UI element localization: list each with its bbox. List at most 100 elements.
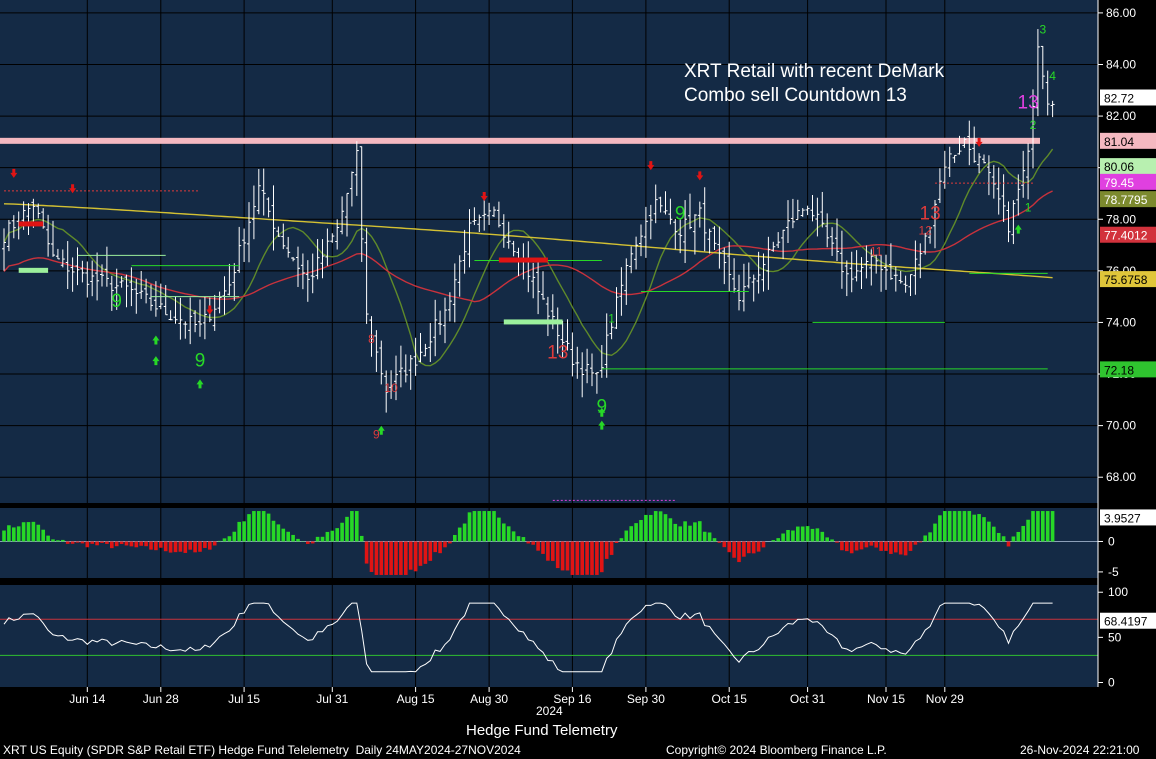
histogram-bar [443, 541, 447, 548]
resistance-line [0, 137, 1040, 144]
demark-count-label: 4 [1049, 69, 1056, 83]
histogram-bar [747, 541, 751, 554]
demark-count-label: 3 [1039, 23, 1046, 37]
histogram-bar [1006, 541, 1011, 547]
histogram-bar [575, 541, 580, 575]
chart-canvas: Jun 14 Jun 28 Jul 15 Jul 31 Aug 15 Aug 30 Sep … [0, 0, 1156, 706]
histogram-bar [242, 521, 246, 542]
histogram-bar [1036, 511, 1040, 542]
x-tick-label: Jun 28 [143, 692, 179, 706]
histogram-bar [139, 541, 143, 546]
histogram-bar [889, 541, 893, 554]
histogram-bar [869, 541, 874, 546]
histogram-bar [1001, 536, 1006, 542]
y-tick-label: 74.00 [1106, 315, 1136, 329]
histogram-bar [389, 541, 393, 575]
histogram-bar [7, 525, 11, 542]
y-tick-label: 84.00 [1106, 57, 1136, 71]
histogram-bar [46, 535, 50, 542]
histogram-bar [350, 511, 354, 542]
histogram-bar [291, 534, 295, 542]
histogram-bar [820, 531, 825, 542]
histogram-bar [585, 541, 589, 575]
histogram-bar [957, 511, 962, 542]
histogram-bar [845, 541, 849, 552]
price-label-text: 81.04 [1104, 135, 1134, 149]
y-tick-label: 82.00 [1106, 109, 1136, 123]
histogram-bar [786, 529, 790, 542]
histogram-bar [511, 531, 516, 542]
histogram-bar [908, 541, 913, 551]
histogram-bar [281, 528, 286, 542]
demark-count-label: 11 [870, 244, 883, 258]
demark-count-label: 13 [920, 203, 941, 224]
histogram-bar [698, 521, 702, 542]
histogram-bar [982, 517, 986, 542]
histogram-bar [717, 541, 722, 543]
y-tick-label: -5 [1108, 565, 1119, 579]
setup-box [498, 257, 548, 263]
histogram-bar [467, 512, 472, 542]
histogram-bar [923, 535, 927, 542]
histogram-bar [1045, 511, 1050, 542]
histogram-bar [384, 541, 388, 575]
histogram-bar [124, 541, 129, 546]
histogram-bar [835, 541, 839, 543]
histogram-bar [144, 541, 148, 547]
histogram-bar [276, 524, 281, 542]
bloomberg-chart: Jun 14 Jun 28 Jul 15 Jul 31 Aug 15 Aug 30 Sep … [0, 0, 1156, 759]
histogram-bar [658, 511, 663, 542]
histogram-bar [947, 511, 952, 542]
histogram-bar [56, 540, 60, 542]
price-label-text: 79.45 [1104, 176, 1134, 190]
histogram-bar [399, 541, 403, 575]
histogram-bar [761, 541, 766, 548]
histogram-bar [271, 520, 276, 542]
histogram-bar [212, 541, 217, 546]
histogram-bar [604, 541, 609, 559]
annotation-line-2: Combo sell Countdown 13 [684, 85, 907, 106]
histogram-bar [369, 541, 374, 572]
histogram-bar [864, 541, 869, 548]
histogram-bar [688, 525, 692, 542]
y-tick-label: 50 [1108, 630, 1122, 644]
price-label-text: 80.06 [1104, 160, 1134, 174]
x-tick-label: Jul 31 [316, 692, 348, 706]
histogram-bar [600, 541, 604, 573]
histogram-bar [75, 541, 80, 543]
y-tick-label: 0 [1108, 675, 1115, 689]
histogram-bar [992, 526, 996, 542]
demark-count-label: 10 [384, 381, 398, 395]
price-label-text: 78.7795 [1104, 193, 1148, 207]
histogram-bar [521, 537, 526, 542]
histogram-bar [457, 527, 462, 542]
histogram-bar [678, 526, 682, 542]
y-tick-label: 86.00 [1106, 6, 1136, 20]
histogram-bar [570, 541, 575, 575]
histogram-bar [693, 522, 697, 542]
histogram-bar [962, 511, 967, 542]
histogram-bar [355, 511, 359, 542]
x-tick-label: Nov 29 [926, 692, 964, 706]
histogram-bar [423, 541, 428, 564]
histogram-bar [345, 516, 349, 542]
histogram-bar [257, 511, 261, 542]
histogram-bar [149, 541, 153, 550]
histogram-bar [315, 536, 320, 542]
histogram-bar [938, 515, 942, 542]
price-label-text: 75.6758 [1104, 273, 1148, 287]
histogram-bar [433, 541, 437, 553]
histogram-bar [193, 541, 197, 553]
histogram-bar [482, 511, 486, 542]
rsi-value-text: 68.4197 [1104, 615, 1148, 629]
x-tick-label: Nov 15 [867, 692, 905, 706]
x-axis-year: 2024 [536, 704, 563, 718]
histogram-bar [526, 541, 531, 544]
histogram-bar [95, 541, 99, 546]
histogram-bar [506, 526, 511, 542]
histogram-bar [707, 532, 712, 542]
histogram-bar [85, 541, 90, 548]
histogram-bar [952, 511, 957, 542]
y-tick-label: 70.00 [1106, 419, 1136, 433]
histogram-bar [967, 511, 972, 542]
